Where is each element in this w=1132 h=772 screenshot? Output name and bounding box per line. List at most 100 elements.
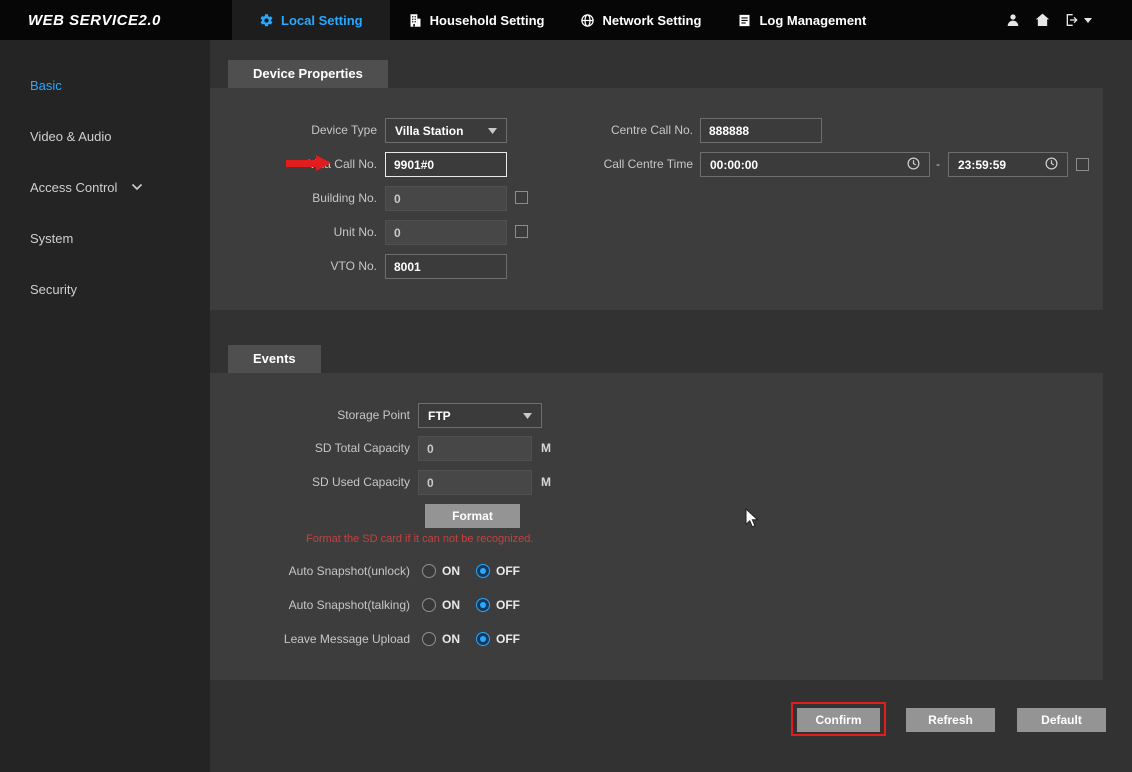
user-icon[interactable]: [1005, 12, 1021, 28]
format-button[interactable]: Format: [425, 504, 520, 528]
storage-point-dropdown[interactable]: FTP: [418, 403, 542, 428]
tab-device-properties[interactable]: Device Properties: [228, 60, 388, 88]
sd-used-capacity-unit: M: [541, 470, 551, 495]
building-no-input[interactable]: [385, 186, 507, 211]
nav-network-setting[interactable]: Network Setting: [562, 0, 719, 40]
off-label: OFF: [496, 564, 520, 578]
device-type-dropdown[interactable]: Villa Station: [385, 118, 507, 143]
call-centre-time-end-value: 23:59:59: [958, 158, 1006, 172]
radio-selected-icon: [476, 632, 490, 646]
nav-local-setting-label: Local Setting: [281, 13, 363, 28]
web-service-screen: WEB SERVICE2.0 Local Setting Household S…: [0, 0, 1132, 772]
building-icon: [408, 13, 423, 28]
radio-icon: [422, 632, 436, 646]
unit-no-input[interactable]: [385, 220, 507, 245]
off-label: OFF: [496, 632, 520, 646]
tab-events[interactable]: Events: [228, 345, 321, 373]
radio-selected-icon: [476, 598, 490, 612]
nav-local-setting[interactable]: Local Setting: [232, 0, 390, 40]
confirm-button[interactable]: Confirm: [797, 708, 880, 732]
nav-household-setting-label: Household Setting: [430, 13, 545, 28]
sidebar-item-video-audio-label: Video & Audio: [30, 129, 111, 144]
default-button[interactable]: Default: [1017, 708, 1106, 732]
device-properties-panel: Device Properties Device Type Villa Stat…: [210, 60, 1103, 310]
storage-point-value: FTP: [428, 409, 451, 423]
chevron-down-icon: [523, 413, 532, 419]
radio-icon: [422, 598, 436, 612]
events-panel: Events Storage Point FTP SD Total Capaci…: [210, 345, 1103, 680]
on-label: ON: [442, 632, 460, 646]
globe-icon: [580, 13, 595, 28]
sidebar-item-security[interactable]: Security: [0, 277, 210, 301]
caret-down-icon: [1084, 18, 1092, 23]
annotation-arrow: [286, 155, 331, 172]
call-centre-time-start-input[interactable]: 00:00:00: [700, 152, 930, 177]
sidebar: Basic Video & Audio Access Control Syste…: [0, 40, 210, 772]
sidebar-item-video-audio[interactable]: Video & Audio: [0, 124, 210, 148]
radio-icon: [422, 564, 436, 578]
vto-no-input[interactable]: [385, 254, 507, 279]
building-no-label: Building No.: [210, 186, 377, 211]
auto-snapshot-talking-label: Auto Snapshot(talking): [210, 597, 410, 613]
sd-total-capacity-input[interactable]: [418, 436, 532, 461]
clock-icon: [1045, 157, 1058, 173]
auto-snapshot-unlock-on-radio[interactable]: ON: [422, 564, 460, 578]
call-centre-time-end-input[interactable]: 23:59:59: [948, 152, 1068, 177]
auto-snapshot-talking-off-radio[interactable]: OFF: [476, 598, 520, 612]
sidebar-item-basic[interactable]: Basic: [0, 73, 210, 97]
nav-log-management[interactable]: Log Management: [719, 0, 884, 40]
device-type-value: Villa Station: [395, 124, 463, 138]
device-properties-body: Device Type Villa Station Villa Call No.…: [210, 88, 1103, 310]
unit-no-checkbox[interactable]: [515, 225, 528, 238]
leave-message-upload-on-radio[interactable]: ON: [422, 632, 460, 646]
top-right-icons: [1005, 0, 1092, 40]
vto-no-label: VTO No.: [210, 254, 377, 279]
mouse-cursor: [745, 508, 759, 533]
sd-total-capacity-label: SD Total Capacity: [210, 436, 410, 461]
time-range-separator: -: [936, 152, 940, 177]
refresh-button[interactable]: Refresh: [906, 708, 995, 732]
on-label: ON: [442, 564, 460, 578]
top-bar: WEB SERVICE2.0 Local Setting Household S…: [0, 0, 1132, 40]
unit-no-label: Unit No.: [210, 220, 377, 245]
home-icon[interactable]: [1034, 12, 1051, 28]
auto-snapshot-talking-on-radio[interactable]: ON: [422, 598, 460, 612]
auto-snapshot-unlock-off-radio[interactable]: OFF: [476, 564, 520, 578]
leave-message-upload-off-radio[interactable]: OFF: [476, 632, 520, 646]
gear-icon: [259, 13, 274, 28]
auto-snapshot-unlock-label: Auto Snapshot(unlock): [210, 563, 410, 579]
format-warning-text: Format the SD card if it can not be reco…: [306, 533, 533, 545]
sd-used-capacity-label: SD Used Capacity: [210, 470, 410, 495]
call-centre-time-checkbox[interactable]: [1076, 158, 1089, 171]
centre-call-no-label: Centre Call No.: [530, 118, 693, 143]
building-no-checkbox[interactable]: [515, 191, 528, 204]
sidebar-item-access-control-label: Access Control: [30, 180, 117, 195]
call-centre-time-start-value: 00:00:00: [710, 158, 758, 172]
off-label: OFF: [496, 598, 520, 612]
sidebar-item-access-control[interactable]: Access Control: [0, 175, 210, 199]
on-label: ON: [442, 598, 460, 612]
storage-point-label: Storage Point: [210, 403, 410, 428]
leave-message-upload-toggle: ON OFF: [422, 631, 520, 647]
centre-call-no-input[interactable]: [700, 118, 822, 143]
auto-snapshot-unlock-toggle: ON OFF: [422, 563, 520, 579]
chevron-down-icon: [488, 128, 497, 134]
sd-used-capacity-input[interactable]: [418, 470, 532, 495]
radio-selected-icon: [476, 564, 490, 578]
sidebar-item-system[interactable]: System: [0, 226, 210, 250]
nav-network-setting-label: Network Setting: [602, 13, 701, 28]
chevron-down-icon: [131, 183, 143, 191]
nav-log-management-label: Log Management: [759, 13, 866, 28]
log-icon: [737, 13, 752, 28]
auto-snapshot-talking-toggle: ON OFF: [422, 597, 520, 613]
sidebar-item-basic-label: Basic: [30, 78, 62, 93]
nav-household-setting[interactable]: Household Setting: [390, 0, 563, 40]
sd-total-capacity-unit: M: [541, 436, 551, 461]
villa-call-no-input[interactable]: [385, 152, 507, 177]
sidebar-item-security-label: Security: [30, 282, 77, 297]
sidebar-item-system-label: System: [30, 231, 73, 246]
logout-icon[interactable]: [1064, 12, 1092, 28]
device-type-label: Device Type: [210, 118, 377, 143]
call-centre-time-label: Call Centre Time: [530, 152, 693, 177]
events-body: Storage Point FTP SD Total Capacity M SD…: [210, 373, 1103, 680]
